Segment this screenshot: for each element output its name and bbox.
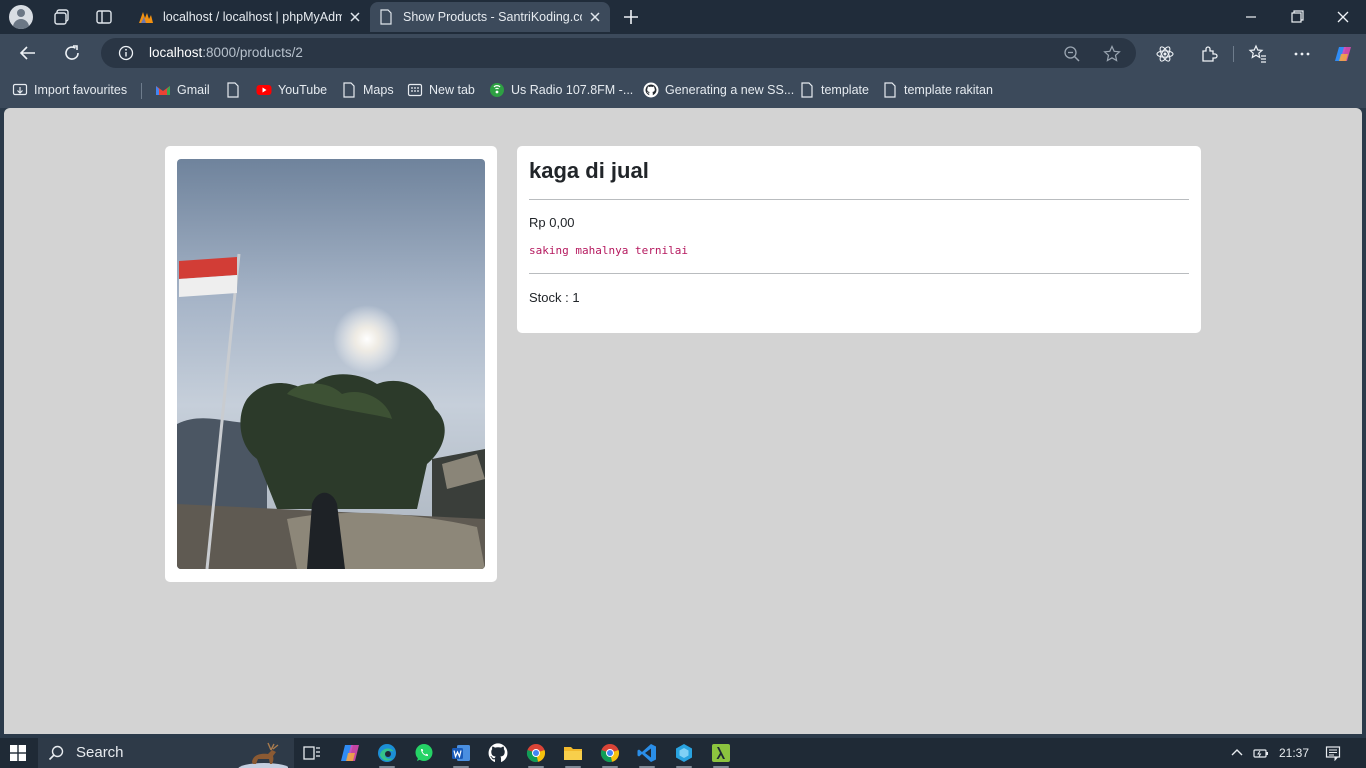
stock-value: 1 — [572, 290, 580, 305]
bookmark-label: Import favourites — [34, 83, 128, 97]
close-window-icon[interactable] — [1320, 0, 1366, 34]
more-options-icon[interactable] — [1292, 44, 1312, 64]
url-host: localhost — [149, 45, 203, 60]
extensions-icon[interactable] — [1199, 44, 1219, 64]
tab-title: localhost / localhost | phpMyAdmin — [163, 10, 342, 24]
battery-icon[interactable] — [1253, 745, 1269, 761]
bookmark-gmail[interactable]: Gmail — [155, 81, 215, 99]
windows-start-icon[interactable] — [10, 745, 26, 761]
zoom-out-icon[interactable] — [1063, 45, 1081, 63]
tab-title: Show Products - SantriKoding.com — [403, 10, 582, 24]
word-icon[interactable] — [450, 742, 472, 764]
minimize-icon[interactable] — [1228, 0, 1274, 34]
url-text[interactable]: localhost:8000/products/2 — [149, 38, 303, 68]
favourite-star-icon[interactable] — [1103, 45, 1121, 63]
search-icon — [48, 745, 64, 761]
product-title: kaga di jual — [529, 158, 649, 183]
product-stock: Stock : 1 — [529, 290, 580, 305]
profile-avatar-icon[interactable] — [9, 5, 33, 29]
windows-taskbar: Search 21:37 — [0, 738, 1366, 768]
copilot-icon[interactable] — [339, 742, 361, 764]
bookmark-label: New tab — [429, 83, 475, 97]
show-hidden-icons-icon[interactable] — [1229, 745, 1245, 761]
react-devtools-icon[interactable] — [1155, 44, 1175, 64]
page-icon — [343, 82, 355, 98]
product-info-card: kaga di jual Rp 0,00 saking mahalnya ter… — [517, 146, 1201, 333]
vscode-icon[interactable] — [636, 742, 658, 764]
chrome-icon[interactable] — [525, 742, 547, 764]
file-explorer-icon[interactable] — [562, 742, 584, 764]
bookmark-separator — [141, 83, 142, 99]
taskbar-search-box[interactable]: Search — [38, 738, 294, 768]
bookmark-untitled[interactable] — [225, 81, 243, 99]
bookmark-generating-ssh[interactable]: Generating a new SS... — [643, 81, 794, 99]
newtab-icon — [407, 83, 423, 97]
bookmark-import-favourites[interactable]: Import favourites — [12, 81, 132, 99]
stock-label: Stock : — [529, 290, 573, 305]
new-tab-icon[interactable] — [620, 6, 642, 28]
github-icon — [643, 82, 659, 98]
gmail-icon — [156, 86, 170, 95]
favourites-icon[interactable] — [1248, 44, 1268, 64]
toolbar-divider — [1233, 46, 1234, 62]
bookmarks-bar: Import favourites Gmail YouTube Maps New… — [0, 72, 1366, 108]
bookmark-label: Maps — [363, 83, 394, 97]
product-image-card — [165, 146, 497, 582]
product-price: Rp 0,00 — [529, 215, 575, 230]
app-icon[interactable] — [673, 742, 695, 764]
notification-center-icon[interactable] — [1325, 745, 1341, 761]
url-path: :8000/products/2 — [202, 45, 303, 60]
bookmark-template[interactable]: template — [799, 81, 871, 99]
divider — [529, 273, 1189, 274]
bookmark-label: Gmail — [177, 83, 210, 97]
vertical-tabs-icon[interactable] — [94, 7, 114, 27]
bookmark-new-tab[interactable]: New tab — [407, 81, 477, 99]
bookmark-label: template rakitan — [904, 83, 993, 97]
lambda-icon[interactable] — [710, 742, 732, 764]
workspaces-icon[interactable] — [52, 7, 72, 27]
restore-icon[interactable] — [1274, 0, 1320, 34]
youtube-icon — [256, 85, 272, 95]
refresh-icon[interactable] — [62, 43, 82, 63]
bookmark-maps[interactable]: Maps — [341, 81, 395, 99]
radio-icon — [490, 83, 504, 97]
search-highlight-moose-icon — [238, 742, 288, 768]
divider — [529, 199, 1189, 200]
import-icon — [12, 83, 28, 96]
bookmark-label: YouTube — [278, 83, 328, 97]
close-tab-icon[interactable] — [348, 10, 362, 24]
edge-icon[interactable] — [376, 742, 398, 764]
bookmark-label: template — [821, 83, 869, 97]
page-icon — [227, 82, 239, 98]
close-tab-icon[interactable] — [588, 10, 602, 24]
back-icon[interactable] — [18, 43, 38, 63]
product-description: saking mahalnya ternilai — [529, 244, 688, 257]
tab-phpmyadmin[interactable]: localhost / localhost | phpMyAdmin — [130, 2, 370, 32]
browser-toolbar: localhost:8000/products/2 — [0, 34, 1366, 72]
bookmark-template-rakitan[interactable]: template rakitan — [882, 81, 997, 99]
phpmyadmin-icon — [139, 12, 153, 23]
product-photo — [177, 159, 485, 569]
bookmark-us-radio[interactable]: Us Radio 107.8FM -... — [489, 81, 633, 99]
page-icon — [380, 9, 392, 25]
browser-title-bar: localhost / localhost | phpMyAdmin Show … — [0, 0, 1366, 34]
page-viewport: kaga di jual Rp 0,00 saking mahalnya ter… — [4, 108, 1362, 734]
page-icon — [884, 82, 896, 98]
task-view-icon[interactable] — [301, 742, 323, 764]
search-label: Search — [76, 744, 124, 761]
bookmark-label: Us Radio 107.8FM -... — [511, 83, 634, 97]
whatsapp-icon[interactable] — [413, 742, 435, 764]
address-bar[interactable]: localhost:8000/products/2 — [101, 38, 1136, 68]
bookmark-label: Generating a new SS... — [665, 83, 795, 97]
github-icon[interactable] — [487, 742, 509, 764]
copilot-icon[interactable] — [1333, 44, 1353, 64]
clock[interactable]: 21:37 — [1279, 738, 1309, 768]
tab-show-products[interactable]: Show Products - SantriKoding.com — [370, 2, 610, 32]
bookmark-youtube[interactable]: YouTube — [256, 81, 328, 99]
page-icon — [801, 82, 813, 98]
chrome-icon[interactable] — [599, 742, 621, 764]
site-info-icon[interactable] — [118, 45, 134, 61]
